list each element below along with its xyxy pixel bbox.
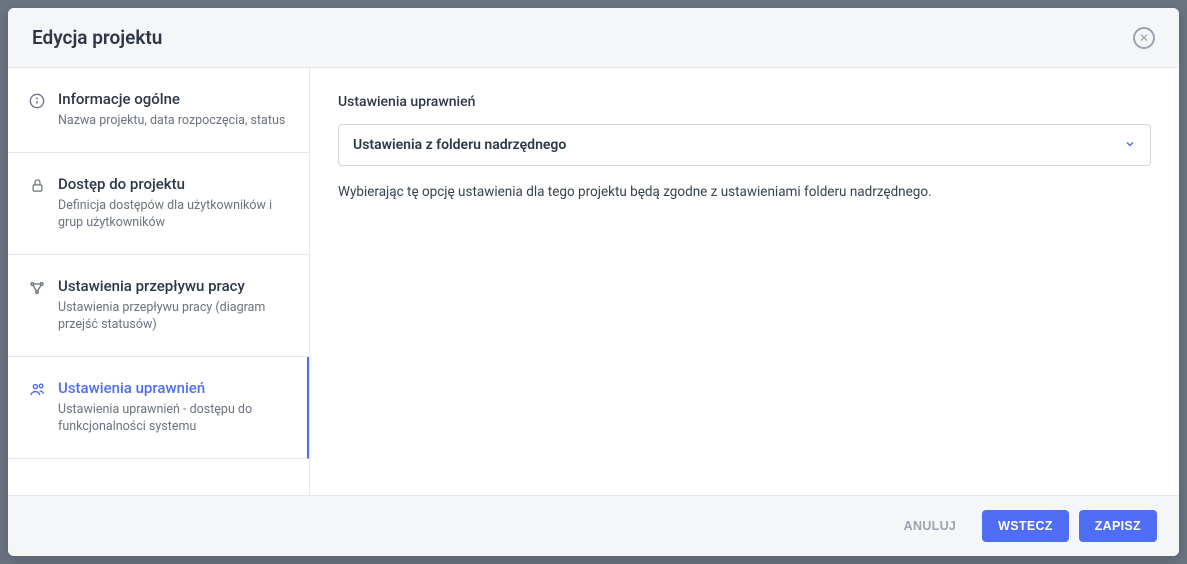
sidebar-item-desc: Nazwa projektu, data rozpoczęcia, status (58, 112, 289, 130)
sidebar-item-desc: Ustawienia przepływu pracy (diagram prze… (58, 299, 289, 334)
content-heading: Ustawienia uprawnień (338, 94, 1151, 110)
sidebar-item-permissions-settings[interactable]: Ustawienia uprawnień Ustawienia uprawnie… (8, 357, 309, 459)
save-button[interactable]: ZAPISZ (1079, 510, 1157, 542)
lock-icon (28, 177, 46, 195)
sidebar-item-title: Ustawienia uprawnień (58, 379, 287, 397)
close-icon: ✕ (1139, 32, 1149, 44)
modal-title: Edycja projektu (32, 26, 162, 49)
content-panel: Ustawienia uprawnień Ustawienia z folder… (310, 68, 1179, 495)
sidebar-item-title: Ustawienia przepływu pracy (58, 277, 289, 295)
modal-footer: ANULUJ WSTECZ ZAPISZ (8, 495, 1179, 556)
help-text: Wybierając tę opcję ustawienia dla tego … (338, 184, 1151, 200)
modal-body: Informacje ogólne Nazwa projektu, data r… (8, 68, 1179, 495)
sidebar-item-title: Informacje ogólne (58, 90, 289, 108)
sidebar-item-desc: Definicja dostępów dla użytkowników i gr… (58, 197, 289, 232)
sidebar-item-desc: Ustawienia uprawnień - dostępu do funkcj… (58, 401, 287, 436)
chevron-down-icon (1124, 138, 1136, 153)
sidebar-item-general-info[interactable]: Informacje ogólne Nazwa projektu, data r… (8, 68, 309, 153)
modal-header: Edycja projektu ✕ (8, 8, 1179, 68)
permissions-source-select[interactable]: Ustawienia z folderu nadrzędnego (338, 124, 1151, 166)
select-value: Ustawienia z folderu nadrzędnego (353, 137, 566, 153)
workflow-icon (28, 279, 46, 297)
close-button[interactable]: ✕ (1133, 27, 1155, 49)
back-button[interactable]: WSTECZ (982, 510, 1069, 542)
sidebar-item-project-access[interactable]: Dostęp do projektu Definicja dostępów dl… (8, 153, 309, 255)
sidebar-item-title: Dostęp do projektu (58, 175, 289, 193)
sidebar: Informacje ogólne Nazwa projektu, data r… (8, 68, 310, 495)
cancel-button[interactable]: ANULUJ (888, 510, 973, 542)
info-icon (28, 92, 46, 110)
edit-project-modal: Edycja projektu ✕ Informacje ogólne Nazw… (8, 8, 1179, 556)
users-icon (28, 381, 46, 399)
sidebar-item-workflow-settings[interactable]: Ustawienia przepływu pracy Ustawienia pr… (8, 255, 309, 357)
